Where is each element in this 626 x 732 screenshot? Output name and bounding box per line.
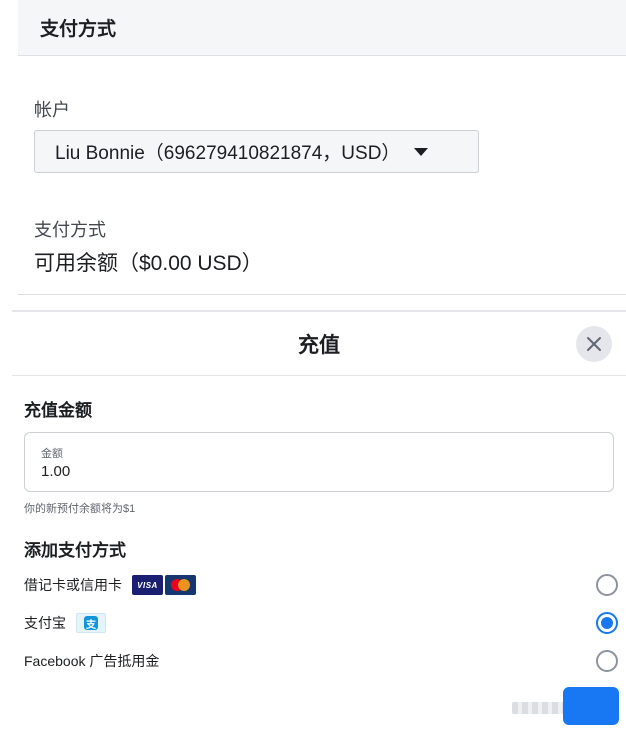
payment-option-alipay[interactable]: 支付宝 支	[24, 610, 622, 636]
payment-option-facebook-credit[interactable]: Facebook 广告抵用金	[24, 648, 622, 674]
available-balance: 可用余额（$0.00 USD）	[34, 252, 263, 275]
account-label: 帐户	[34, 100, 70, 120]
recharge-dialog: 充值 充值金额 金额 你的新预付余额将为$1 添加支付方式 借记卡或信用卡 VI…	[12, 310, 626, 732]
card-header: 支付方式	[18, 0, 626, 56]
payment-method-label: 支付方式	[34, 220, 106, 240]
amount-section-title: 充值金额	[24, 401, 92, 420]
close-icon	[587, 337, 601, 351]
payment-option-label: 支付宝	[24, 615, 66, 631]
radio-alipay[interactable]	[596, 612, 618, 634]
continue-button[interactable]	[563, 687, 619, 725]
dialog-title: 充值	[298, 333, 340, 357]
divider	[18, 294, 626, 295]
account-dropdown[interactable]: Liu Bonnie（696279410821874，USD）	[34, 130, 479, 173]
payment-option-label: 借记卡或信用卡	[24, 577, 122, 593]
add-payment-title: 添加支付方式	[24, 541, 126, 560]
card-header-title: 支付方式	[40, 19, 117, 40]
dialog-header: 充值	[12, 312, 626, 376]
radio-card[interactable]	[596, 574, 618, 596]
alipay-icon: 支	[76, 613, 106, 633]
new-balance-hint: 你的新预付余额将为$1	[24, 503, 136, 515]
close-button[interactable]	[576, 326, 612, 362]
amount-input[interactable]	[41, 463, 341, 480]
account-dropdown-value: Liu Bonnie（696279410821874，USD）	[55, 143, 401, 164]
amount-field[interactable]: 金额	[24, 432, 614, 492]
mastercard-icon	[165, 575, 196, 595]
caret-down-icon	[414, 147, 429, 156]
payment-option-label: Facebook 广告抵用金	[24, 653, 160, 669]
payment-option-card[interactable]: 借记卡或信用卡 VISA	[24, 572, 622, 598]
visa-icon: VISA	[132, 575, 163, 595]
radio-facebook-credit[interactable]	[596, 650, 618, 672]
payment-method-card: 支付方式 帐户 Liu Bonnie（696279410821874，USD） …	[18, 0, 626, 296]
amount-field-label: 金额	[41, 448, 63, 460]
